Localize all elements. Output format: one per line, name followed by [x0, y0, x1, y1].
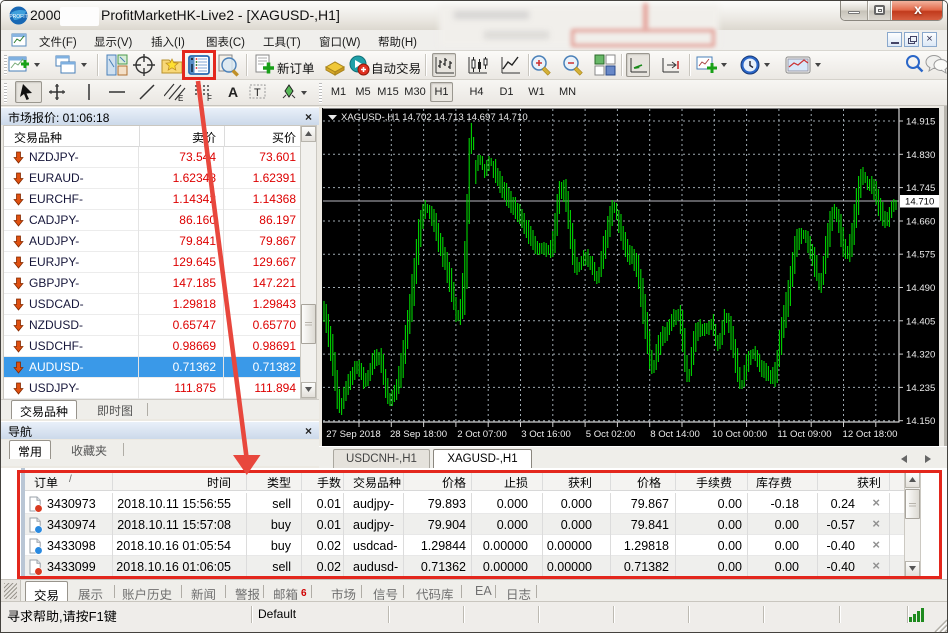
svg-text:T: T [254, 87, 261, 99]
svg-text:14.320: 14.320 [906, 350, 935, 361]
svg-text:14.575: 14.575 [906, 250, 935, 261]
svg-text:14.235: 14.235 [906, 383, 935, 394]
svg-text:14.915: 14.915 [906, 117, 935, 128]
svg-text:14.660: 14.660 [906, 217, 935, 228]
svg-text:11 Oct 09:00: 11 Oct 09:00 [777, 429, 831, 440]
svg-text:5 Oct 02:00: 5 Oct 02:00 [586, 429, 636, 440]
svg-text:14.405: 14.405 [906, 316, 935, 327]
svg-text:14.745: 14.745 [906, 183, 935, 194]
svg-text:PROFIT: PROFIT [9, 14, 27, 20]
svg-text:14.710: 14.710 [905, 197, 934, 208]
svg-text:F: F [207, 94, 212, 102]
svg-text:28 Sep 18:00: 28 Sep 18:00 [390, 429, 447, 440]
svg-text:14.490: 14.490 [906, 283, 935, 294]
svg-text:E: E [178, 94, 183, 102]
svg-text:10 Oct 00:00: 10 Oct 00:00 [712, 429, 767, 440]
svg-text:14.830: 14.830 [906, 150, 935, 161]
svg-text:27 Sep 2018: 27 Sep 2018 [326, 429, 380, 440]
svg-text:3 Oct 16:00: 3 Oct 16:00 [521, 429, 571, 440]
svg-text:XAGUSD-,H1 14.702 14.713 14.6: XAGUSD-,H1 14.702 14.713 14.697 14.710 [341, 112, 528, 123]
svg-text:8 Oct 14:00: 8 Oct 14:00 [650, 429, 700, 440]
svg-text:14.150: 14.150 [906, 416, 935, 427]
svg-text:12 Oct 18:00: 12 Oct 18:00 [843, 429, 898, 440]
svg-text:2 Oct 07:00: 2 Oct 07:00 [457, 429, 507, 440]
